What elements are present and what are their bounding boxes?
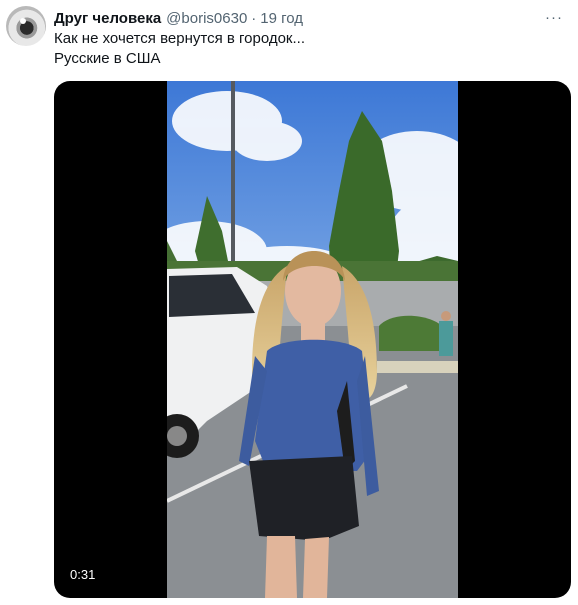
tweet-text-line-2: Русские в США — [54, 50, 161, 67]
user-handle[interactable]: @boris0630 — [166, 10, 247, 27]
video-duration-badge: 0:31 — [66, 565, 100, 584]
avatar[interactable] — [6, 6, 46, 46]
display-name[interactable]: Друг человека — [54, 10, 161, 27]
tweet-header: Друг человека @boris0630 · 19 год — [54, 8, 303, 28]
more-options-icon[interactable]: ··· — [544, 8, 564, 26]
video-thumbnail — [167, 81, 458, 598]
tweet[interactable]: Друг человека @boris0630 · 19 год ··· Ка… — [0, 0, 578, 605]
video-player[interactable]: 0:31 — [54, 81, 571, 598]
header-separator: · — [251, 9, 257, 27]
tweet-timestamp[interactable]: 19 год — [260, 10, 303, 27]
tweet-text-line-1: Как не хочется вернутся в городок... — [54, 30, 305, 47]
tweet-text: Как не хочется вернутся в городок... Рус… — [54, 29, 305, 69]
